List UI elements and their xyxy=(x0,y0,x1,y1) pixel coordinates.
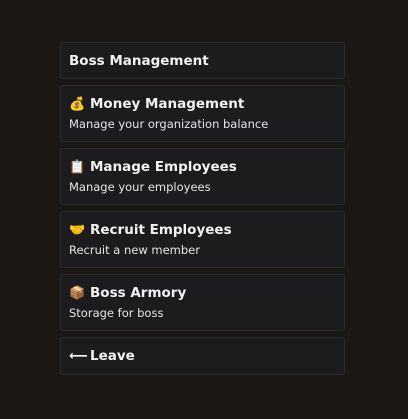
arrow-left-icon: ⟵ xyxy=(69,348,88,364)
leave-button[interactable]: ⟵ Leave xyxy=(60,337,345,375)
item-title: Boss Armory xyxy=(90,285,187,301)
item-description: Recruit a new member xyxy=(69,243,200,257)
money-bag-icon: 💰 xyxy=(69,97,86,112)
item-title-row: 📋 Manage Employees xyxy=(69,158,336,177)
item-description: Manage your employees xyxy=(69,180,211,194)
box-icon: 📦 xyxy=(69,286,86,301)
item-title-row: 💰 Money Management xyxy=(69,95,336,114)
item-title: Manage Employees xyxy=(90,159,237,175)
money-management-item[interactable]: 💰 Money Management Manage your organizat… xyxy=(60,85,345,142)
item-description: Storage for boss xyxy=(69,306,164,320)
item-title-row: 🤝 Recruit Employees xyxy=(69,221,336,240)
item-title-row: ⟵ Leave xyxy=(69,347,135,366)
leave-label: Leave xyxy=(90,347,135,364)
item-title-row: 📦 Boss Armory xyxy=(69,284,336,303)
menu-header: Boss Management xyxy=(60,42,345,79)
item-description: Manage your organization balance xyxy=(69,117,269,131)
clipboard-icon: 📋 xyxy=(69,160,86,175)
item-title: Money Management xyxy=(90,96,245,112)
item-title: Recruit Employees xyxy=(90,222,232,238)
handshake-icon: 🤝 xyxy=(69,223,86,238)
boss-armory-item[interactable]: 📦 Boss Armory Storage for boss xyxy=(60,274,345,331)
manage-employees-item[interactable]: 📋 Manage Employees Manage your employees xyxy=(60,148,345,205)
boss-menu: Boss Management 💰 Money Management Manag… xyxy=(60,42,345,375)
recruit-employees-item[interactable]: 🤝 Recruit Employees Recruit a new member xyxy=(60,211,345,268)
